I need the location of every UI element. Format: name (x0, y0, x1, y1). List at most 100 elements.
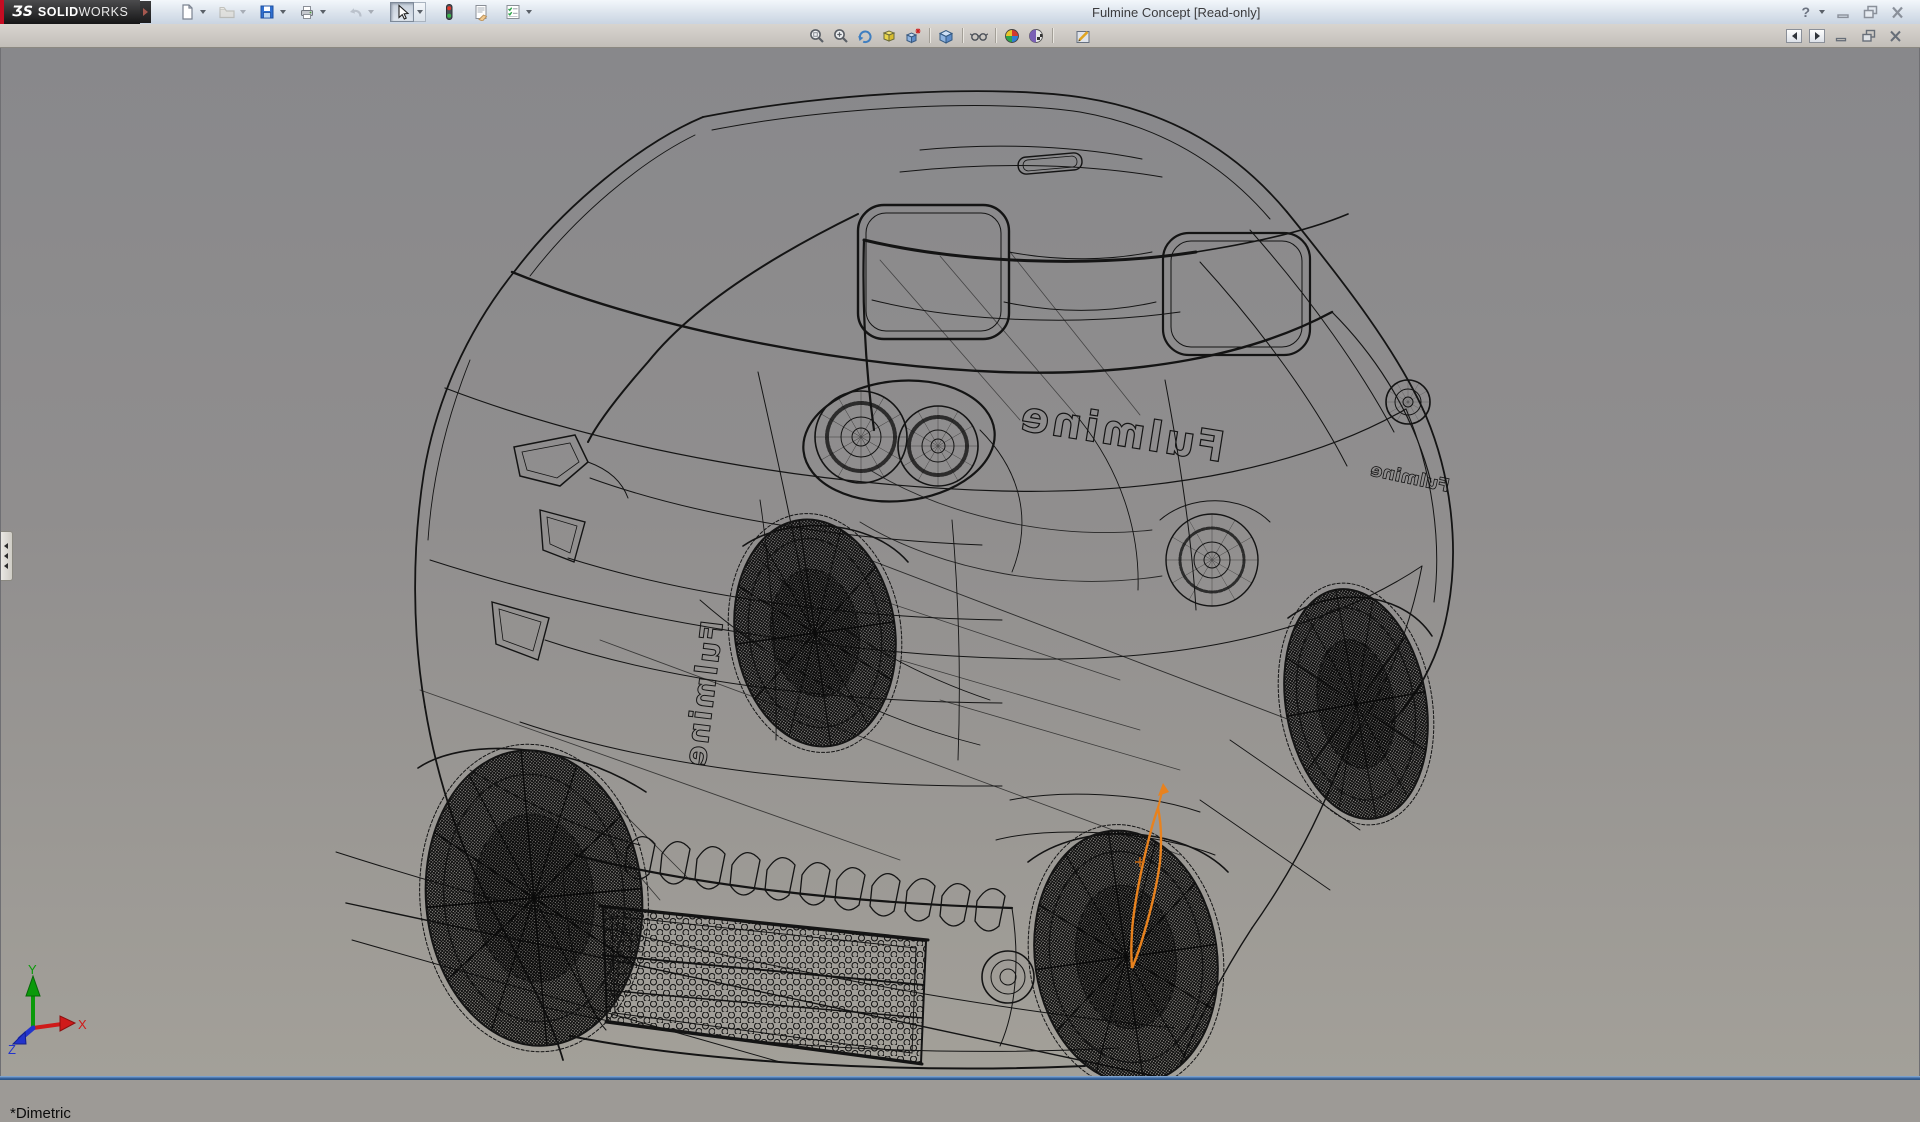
select-tool-dropdown[interactable] (414, 2, 426, 22)
print-dropdown[interactable] (318, 2, 328, 22)
help-button[interactable]: ? (1801, 2, 1810, 22)
display-style-button[interactable] (935, 26, 957, 45)
undo-dropdown[interactable] (366, 2, 376, 22)
save-button[interactable] (256, 2, 278, 22)
realview-sphere-icon (1027, 27, 1045, 45)
options-dropdown[interactable] (524, 2, 534, 22)
triad-z-label: Z (8, 1042, 16, 1057)
new-document-button[interactable] (176, 2, 198, 22)
select-tool-button[interactable] (390, 2, 414, 22)
app-minimize-button[interactable] (1834, 3, 1854, 21)
previous-pane-button[interactable] (1786, 29, 1802, 43)
zoom-to-area-icon (832, 27, 850, 45)
doc-restore-button[interactable] (1859, 27, 1879, 45)
standard-views-icon (904, 27, 922, 45)
menu-expand-arrow[interactable] (140, 1, 151, 23)
body-decal-right: Fulmine (1015, 391, 1229, 472)
save-floppy-icon (258, 3, 276, 21)
triangle-left-icon (4, 553, 8, 559)
wireframe-car-model: Fulmine Fulmine Fulmine (336, 91, 1453, 1076)
view-toolbar-bar (0, 24, 1920, 48)
undo-arrow-icon (346, 3, 364, 21)
app-close-button[interactable] (1888, 3, 1908, 21)
new-document-icon (178, 3, 196, 21)
triangle-left-icon (4, 543, 8, 549)
body-decal-rear: Fulmine (1368, 460, 1451, 497)
edit-appearance-icon (1074, 27, 1092, 45)
graphics-area[interactable]: Fulmine Fulmine Fulmine Y (0, 48, 1920, 1076)
doc-close-button[interactable] (1886, 27, 1906, 45)
close-icon (1889, 29, 1903, 43)
minimize-icon (1835, 29, 1849, 43)
display-style-cube-icon (937, 27, 955, 45)
view-orientation-label: *Dimetric (10, 1105, 71, 1122)
minimize-icon (1836, 4, 1852, 20)
logo-text-bold: SOLID (38, 5, 79, 19)
zoom-to-area-button[interactable] (830, 26, 852, 45)
model-wireframe-canvas[interactable]: Fulmine Fulmine Fulmine Y (0, 48, 1920, 1076)
window-title: Fulmine Concept [Read-only] (1092, 5, 1260, 20)
open-folder-icon (218, 3, 236, 21)
apply-scene-button[interactable] (1001, 26, 1023, 45)
triangle-right-icon (1815, 32, 1820, 40)
open-dropdown[interactable] (238, 2, 248, 22)
app-restore-button[interactable] (1861, 3, 1881, 21)
file-properties-button[interactable] (470, 2, 492, 22)
view-toolbar (806, 26, 1094, 45)
wheel-rear-right (1260, 571, 1452, 838)
chevron-right-icon (143, 8, 148, 16)
realview-button[interactable] (1025, 26, 1047, 45)
zoom-to-fit-icon (808, 27, 826, 45)
solidworks-window: ƷS SOLIDWORKS (0, 0, 1920, 1080)
cursor-arrow-icon (391, 3, 413, 21)
window-bottom-edge (0, 1076, 1920, 1080)
triangle-left-icon (4, 563, 8, 569)
glasses-icon (969, 27, 989, 45)
logo-red-stripe (0, 0, 4, 24)
help-dropdown[interactable] (1817, 2, 1827, 22)
title-bar: ƷS SOLIDWORKS (0, 0, 1920, 25)
new-document-dropdown[interactable] (198, 2, 208, 22)
options-button[interactable] (502, 2, 524, 22)
standard-views-button[interactable] (902, 26, 924, 45)
rotate-view-icon (856, 27, 874, 45)
doc-minimize-button[interactable] (1832, 27, 1852, 45)
print-button[interactable] (296, 2, 318, 22)
hidden-lines-visible-button[interactable] (968, 26, 990, 45)
undo-button[interactable] (344, 2, 366, 22)
printer-icon (298, 3, 316, 21)
triad-x-label: X (78, 1017, 87, 1032)
standard-toolbar (176, 2, 534, 22)
next-pane-button[interactable] (1809, 29, 1825, 43)
rotate-view-button[interactable] (854, 26, 876, 45)
logo-text-light: WORKS (79, 5, 129, 19)
options-checklist-icon (504, 3, 522, 21)
toolbar-separator (995, 28, 996, 43)
wheel-rear-left (713, 502, 917, 764)
restore-icon (1862, 4, 1880, 20)
scene-sphere-icon (1003, 27, 1021, 45)
window-left-edge (0, 48, 1, 1076)
close-icon (1890, 4, 1906, 20)
orientation-triad: Y X Z (8, 962, 87, 1057)
restore-icon (1861, 29, 1877, 43)
open-button[interactable] (216, 2, 238, 22)
toolbar-separator (962, 28, 963, 43)
rebuild-button[interactable] (438, 2, 460, 22)
body-decal-left: Fulmine (678, 619, 731, 770)
file-properties-icon (472, 3, 490, 21)
view-orientation-button[interactable] (878, 26, 900, 45)
traffic-light-icon (440, 3, 458, 21)
save-dropdown[interactable] (278, 2, 288, 22)
zoom-to-fit-button[interactable] (806, 26, 828, 45)
toolbar-separator (929, 28, 930, 43)
solidworks-logo[interactable]: ƷS SOLIDWORKS (0, 0, 140, 24)
feature-manager-flyout-handle[interactable] (0, 531, 13, 581)
document-window-controls (1786, 27, 1906, 45)
edit-appearance-button[interactable] (1072, 26, 1094, 45)
view-orientation-icon (880, 27, 898, 45)
3ds-logo-glyph: ƷS (12, 4, 33, 20)
app-window-controls: ? (1801, 2, 1908, 22)
triad-y-label: Y (28, 962, 37, 977)
toolbar-separator (1052, 28, 1053, 43)
